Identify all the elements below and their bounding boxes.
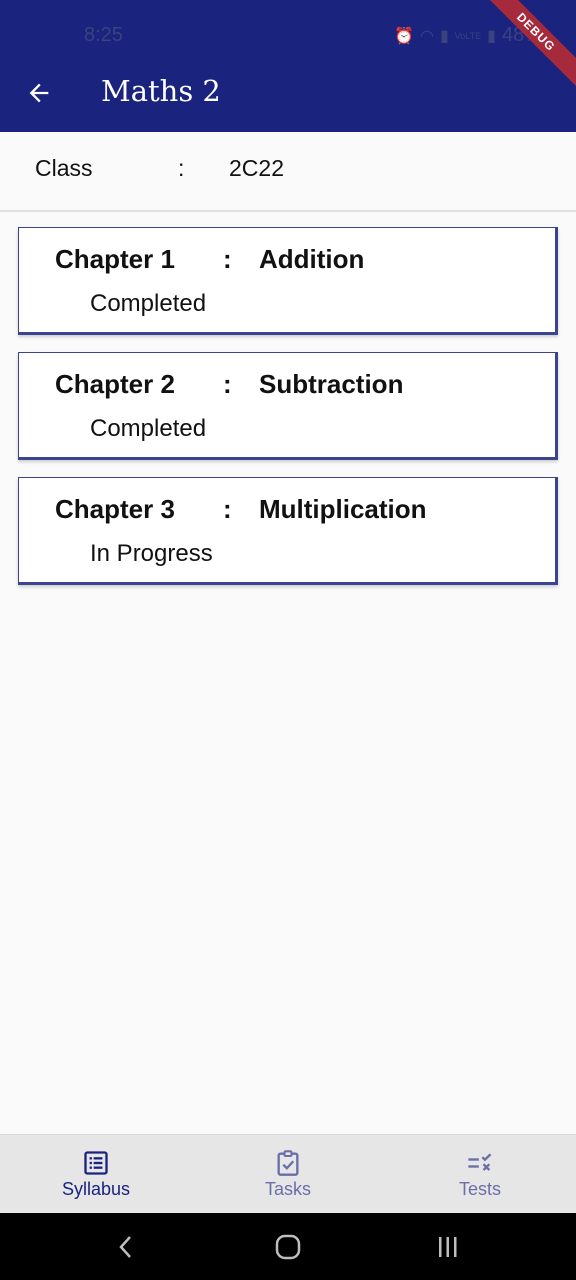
nav-label: Tests	[458, 1179, 501, 1199]
back-button[interactable]	[22, 76, 56, 110]
nav-item-tests[interactable]: Tests	[384, 1135, 576, 1214]
class-separator: :	[178, 155, 185, 181]
nav-label: Tasks	[264, 1179, 311, 1199]
nav-item-tasks[interactable]: Tasks	[192, 1135, 384, 1214]
chapter-topic: Addition	[259, 244, 365, 274]
nav-label: Syllabus	[61, 1179, 131, 1199]
signal-icon: ▮	[439, 27, 449, 45]
chapter-card-1[interactable]: Chapter 1 : Addition Completed	[18, 227, 558, 335]
status-bar: 8:25 ⏰ ◠ ▮ VoLTE ▮ 48%	[0, 0, 576, 54]
page-title: Maths 2	[101, 74, 221, 108]
home-icon	[275, 1234, 301, 1260]
chapter-topic: Subtraction	[259, 369, 404, 399]
system-back-button[interactable]	[106, 1231, 146, 1263]
signal-icon-2: ▮	[487, 27, 496, 45]
chapter-number: Chapter 2	[55, 369, 175, 399]
bottom-navigation: Syllabus Tasks Tests	[0, 1134, 576, 1213]
chapter-status: In Progress	[90, 540, 213, 567]
chapter-separator: :	[223, 494, 232, 524]
system-navigation-bar	[0, 1213, 576, 1280]
clipboard-check-icon	[277, 1150, 299, 1176]
status-time: 8:25	[84, 24, 123, 46]
wifi-icon: ◠	[420, 27, 434, 45]
system-recents-button[interactable]	[428, 1231, 468, 1263]
chapter-status: Completed	[90, 415, 207, 442]
chapter-number: Chapter 3	[55, 494, 175, 524]
class-label: Class	[35, 155, 93, 181]
chapter-topic: Multiplication	[259, 494, 427, 524]
checklist-icon	[468, 1153, 492, 1171]
chevron-left-icon	[119, 1236, 131, 1258]
system-home-button[interactable]	[268, 1231, 308, 1263]
chapter-card-2[interactable]: Chapter 2 : Subtraction Completed	[18, 352, 558, 460]
arrow-back-icon	[29, 83, 49, 103]
chapter-number: Chapter 1	[55, 244, 175, 274]
nav-item-syllabus[interactable]: Syllabus	[0, 1135, 192, 1214]
status-icons: ⏰ ◠ ▮ VoLTE ▮ 48%	[394, 24, 542, 47]
chapter-separator: :	[223, 369, 232, 399]
volte-icon: VoLTE	[454, 30, 482, 41]
chapter-separator: :	[223, 244, 232, 274]
battery-text: 48%	[501, 24, 542, 46]
app-bar: Maths 2	[0, 54, 576, 132]
recents-icon	[439, 1237, 457, 1257]
class-info-row: Class : 2C22	[0, 132, 576, 212]
list-icon	[84, 1151, 108, 1175]
class-value: 2C22	[229, 155, 284, 181]
alarm-icon: ⏰	[394, 27, 415, 45]
chapter-status: Completed	[90, 290, 207, 317]
chapter-card-3[interactable]: Chapter 3 : Multiplication In Progress	[18, 477, 558, 585]
